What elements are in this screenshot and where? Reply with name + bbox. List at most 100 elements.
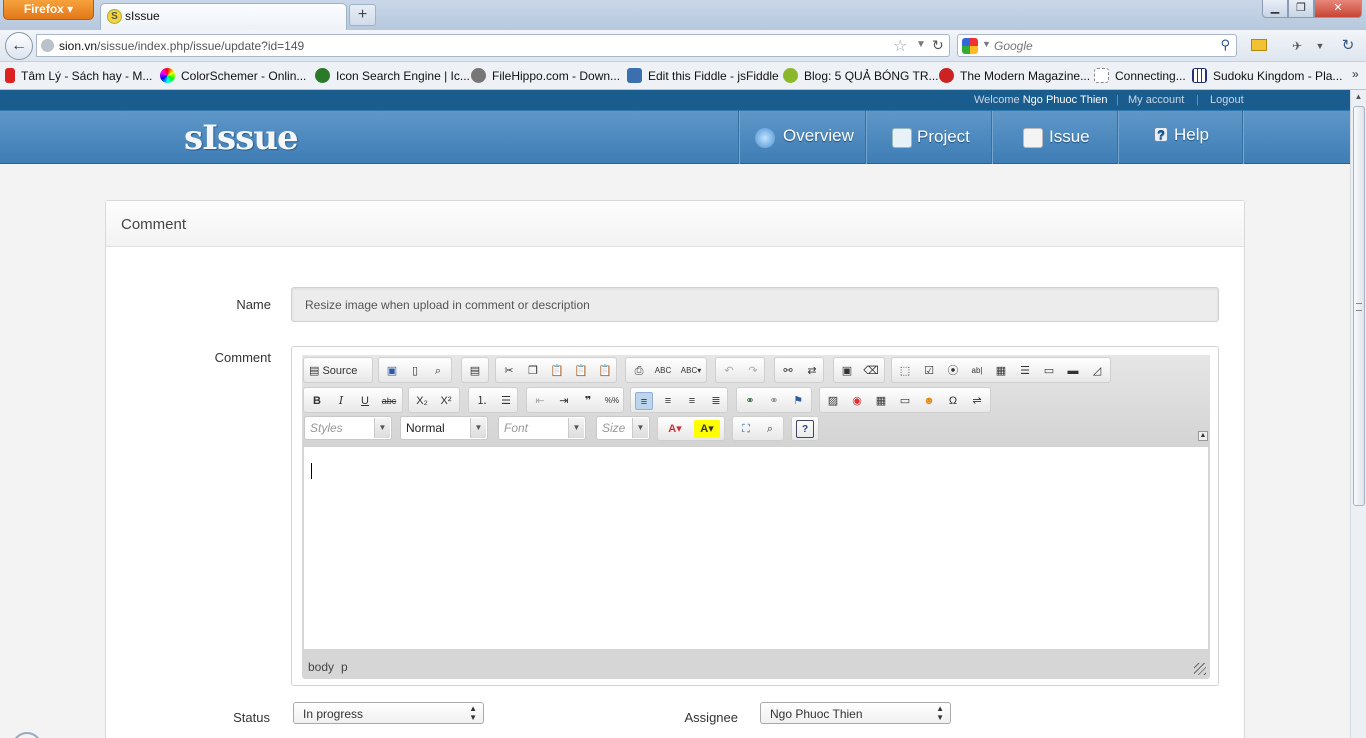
anchor-icon[interactable]: ⚑ [789, 392, 807, 410]
menu-item-project[interactable]: Project [865, 111, 991, 164]
blockquote-icon[interactable]: ❞ [579, 392, 597, 410]
bold-icon[interactable]: B [308, 392, 326, 410]
font-combo[interactable]: Font ▼ [498, 416, 586, 440]
paste-icon[interactable]: 📋 [548, 362, 566, 380]
bookmark-item[interactable]: The Modern Magazine... [939, 68, 1090, 83]
horizontal-line-icon[interactable]: ▭ [896, 392, 914, 410]
site-identity-icon[interactable] [41, 39, 54, 52]
collapse-toolbar-icon[interactable]: ▲ [1198, 431, 1208, 441]
google-engine-icon[interactable] [962, 38, 978, 54]
align-right-icon[interactable]: ≡ [683, 392, 701, 410]
print-icon[interactable]: ⎙ [630, 362, 648, 380]
superscript-icon[interactable]: X² [437, 392, 455, 410]
url-bar[interactable]: sion.vn/sissue/index.php/issue/update?id… [36, 34, 950, 57]
close-window-button[interactable]: ✕ [1314, 0, 1362, 18]
logout-link[interactable]: Logout [1210, 94, 1244, 106]
size-combo[interactable]: Size ▼ [596, 416, 650, 440]
bookmark-star-icon[interactable]: ☆ [893, 36, 907, 56]
page-break-icon[interactable]: ⇌ [968, 392, 986, 410]
resize-handle-icon[interactable] [1194, 663, 1206, 675]
page-scrollbar[interactable]: ▲ [1350, 90, 1366, 738]
menu-item-issue[interactable]: Issue [991, 111, 1117, 164]
minimize-button[interactable]: ▁ [1262, 0, 1288, 18]
indent-icon[interactable]: ⇥ [555, 392, 573, 410]
about-help-icon[interactable]: ? [796, 420, 814, 438]
undo-icon[interactable]: ↶ [720, 362, 738, 380]
spellcheck-icon[interactable]: ABC [654, 362, 672, 380]
firefox-menu-button[interactable]: Firefox ▾ [3, 0, 94, 20]
text-color-icon[interactable]: A▾ [662, 420, 688, 438]
paste-word-icon[interactable]: 📋 [596, 362, 614, 380]
special-char-icon[interactable]: Ω [944, 392, 962, 410]
name-field[interactable]: Resize image when upload in comment or d… [291, 287, 1219, 322]
text-field-icon[interactable]: ab| [968, 362, 986, 380]
addon-icon[interactable]: ✈ [1288, 38, 1306, 54]
menu-item-overview[interactable]: Overview [738, 111, 865, 164]
subscript-icon[interactable]: X₂ [413, 392, 431, 410]
replace-icon[interactable]: ⇄ [803, 362, 821, 380]
floating-widget-icon[interactable] [12, 732, 42, 738]
cut-icon[interactable]: ✂ [500, 362, 518, 380]
link-icon[interactable]: ⚭ [741, 392, 759, 410]
select-all-icon[interactable]: ▣ [838, 362, 856, 380]
smiley-icon[interactable]: ☻ [920, 392, 938, 410]
align-left-icon[interactable]: ≡ [635, 392, 653, 410]
image-button-icon[interactable]: ▬ [1064, 362, 1082, 380]
bookmarks-overflow-chevron-icon[interactable]: » [1352, 67, 1359, 81]
element-path-p[interactable]: p [341, 660, 348, 674]
feed-icon[interactable] [1251, 39, 1267, 51]
format-combo[interactable]: Normal ▼ [400, 416, 488, 440]
show-blocks-icon[interactable]: ⌕ [761, 420, 779, 438]
remove-format-icon[interactable]: ⌫ [862, 362, 880, 380]
element-path-body[interactable]: body [308, 660, 334, 674]
align-center-icon[interactable]: ≡ [659, 392, 677, 410]
url-history-dropdown-icon[interactable]: ▼ [916, 39, 926, 50]
button-field-icon[interactable]: ▭ [1040, 362, 1058, 380]
toolbar-dropdown-icon[interactable]: ▼ [1311, 38, 1329, 54]
preview-icon[interactable]: ⌕ [429, 362, 447, 380]
bulleted-list-icon[interactable]: ☰ [497, 392, 515, 410]
maximize-button[interactable]: ❐ [1288, 0, 1314, 18]
search-icon[interactable]: ⚲ [1220, 37, 1230, 53]
form-icon[interactable]: ⬚ [896, 362, 914, 380]
maximize-icon[interactable]: ⛶ [737, 420, 755, 438]
new-page-icon[interactable]: ▯ [406, 362, 424, 380]
assignee-select[interactable]: Ngo Phuoc Thien ▲ ▼ [760, 702, 951, 724]
menu-item-help[interactable]: ? Help [1117, 111, 1243, 164]
browser-tab[interactable]: S sIssue [100, 3, 347, 30]
editor-content-area[interactable] [304, 447, 1208, 649]
flash-icon[interactable]: ◉ [848, 392, 866, 410]
radio-icon[interactable]: ⦿ [944, 362, 962, 380]
bookmark-item[interactable]: FileHippo.com - Down... [471, 68, 620, 83]
outdent-icon[interactable]: ⇤ [531, 392, 549, 410]
source-button[interactable]: ▤ Source [309, 362, 371, 380]
textarea-icon[interactable]: ▦ [992, 362, 1010, 380]
image-icon[interactable]: ▨ [824, 392, 842, 410]
underline-icon[interactable]: U [356, 392, 374, 410]
sync-icon[interactable]: ↻ [1339, 38, 1357, 54]
justify-icon[interactable]: ≣ [707, 392, 725, 410]
bookmark-item[interactable]: Sudoku Kingdom - Pla... [1192, 68, 1342, 83]
unlink-icon[interactable]: ⚭ [765, 392, 783, 410]
site-logo[interactable]: sIssue [184, 118, 299, 158]
templates-icon[interactable]: ▤ [466, 362, 484, 380]
hidden-field-icon[interactable]: ◿ [1088, 362, 1106, 380]
strike-icon[interactable]: abc [380, 392, 398, 410]
search-bar[interactable]: ▼ Google ⚲ [957, 34, 1237, 57]
bookmark-item[interactable]: Edit this Fiddle - jsFiddle [627, 68, 779, 83]
redo-icon[interactable]: ↷ [744, 362, 762, 380]
italic-icon[interactable]: I [332, 392, 350, 410]
search-engine-dropdown-icon[interactable]: ▼ [982, 39, 991, 49]
scroll-thumb[interactable] [1353, 106, 1365, 506]
status-select[interactable]: In progress ▲ ▼ [293, 702, 484, 724]
url-text[interactable]: sion.vn/sissue/index.php/issue/update?id… [59, 39, 304, 53]
copy-icon[interactable]: ❐ [524, 362, 542, 380]
my-account-link[interactable]: My account [1128, 94, 1184, 106]
bookmark-item[interactable]: Connecting... [1094, 68, 1186, 83]
new-tab-button[interactable]: + [349, 4, 376, 26]
spellcheck-typing-icon[interactable]: ABC▾ [678, 362, 704, 380]
background-color-icon[interactable]: A▾ [694, 420, 720, 438]
numbered-list-icon[interactable]: ⒈ [473, 392, 491, 410]
table-icon[interactable]: ▦ [872, 392, 890, 410]
div-container-icon[interactable]: %% [603, 392, 621, 410]
